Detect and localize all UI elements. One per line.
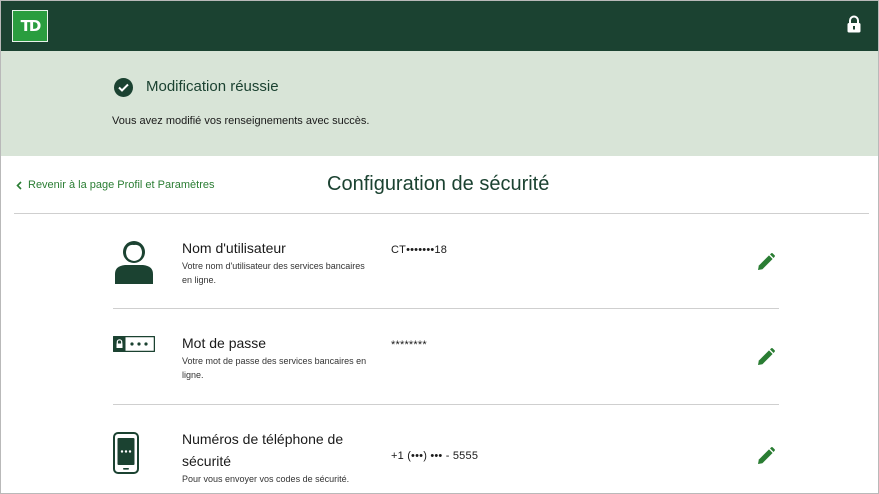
password-value: ******** <box>391 339 427 351</box>
password-field-icon <box>113 336 155 352</box>
edit-phone-pencil-icon[interactable] <box>757 447 775 465</box>
password-description: Votre mot de passe des services bancaire… <box>182 356 367 380</box>
check-circle-icon <box>114 78 133 97</box>
username-title: Nom d'utilisateur <box>182 240 286 256</box>
password-row: Mot de passe Votre mot de passe des serv… <box>113 332 779 402</box>
row-divider <box>113 308 779 309</box>
lock-icon[interactable] <box>846 15 862 33</box>
username-row: Nom d'utilisateur Votre nom d'utilisateu… <box>113 237 779 307</box>
chevron-left-icon <box>16 180 22 190</box>
security-phone-value: +1 (•••) ••• - 5555 <box>391 450 479 462</box>
password-title: Mot de passe <box>182 335 267 351</box>
mobile-phone-icon <box>113 432 139 474</box>
username-value: CT•••••••18 <box>391 244 448 256</box>
user-icon <box>115 241 153 284</box>
edit-password-pencil-icon[interactable] <box>757 348 775 366</box>
success-message: Vous avez modifié vos renseignements ave… <box>112 115 370 127</box>
username-description: Votre nom d'utilisateur des services ban… <box>182 261 365 285</box>
edit-username-pencil-icon[interactable] <box>757 253 775 271</box>
page-title: Configuration de sécurité <box>327 173 550 195</box>
security-phone-row: Numéros de téléphone de sécurité Pour vo… <box>113 428 779 493</box>
logo-text: TD <box>20 17 42 35</box>
app-window: TD Modification réussie Vous avez modifi… <box>0 0 879 494</box>
success-banner: Modification réussie Vous avez modifié v… <box>1 51 878 156</box>
td-logo[interactable]: TD <box>12 10 48 42</box>
security-phone-title: Numéros de téléphone de sécurité <box>182 431 344 469</box>
top-header: TD <box>1 1 878 51</box>
success-title: Modification réussie <box>146 78 279 95</box>
security-phone-description: Pour vous envoyer vos codes de sécurité. <box>182 474 350 484</box>
header-divider <box>14 213 869 214</box>
back-to-profile-link[interactable]: Revenir à la page Profil et Paramètres <box>16 179 214 191</box>
back-link-label: Revenir à la page Profil et Paramètres <box>28 179 215 191</box>
row-divider <box>113 404 779 405</box>
